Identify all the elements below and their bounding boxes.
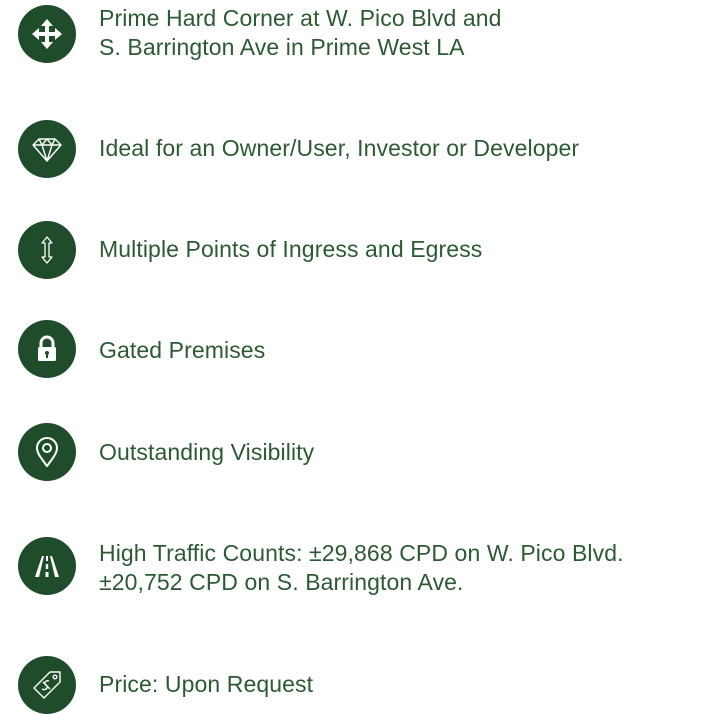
- feature-text: Gated Premises: [99, 336, 699, 365]
- feature-text: Outstanding Visibility: [99, 438, 699, 467]
- feature-line: Outstanding Visibility: [99, 439, 315, 465]
- feature-text: High Traffic Counts: ±29,868 CPD on W. P…: [99, 539, 699, 597]
- padlock-icon: [18, 320, 76, 378]
- feature-text: Prime Hard Corner at W. Pico Blvd and S.…: [99, 4, 699, 62]
- price-tag-icon: [18, 656, 76, 714]
- map-pin-icon: [18, 423, 76, 481]
- feature-text: Price: Upon Request: [99, 670, 699, 699]
- feature-line: Multiple Points of Ingress and Egress: [99, 236, 483, 262]
- up-down-arrow-icon: [18, 221, 76, 279]
- feature-text: Multiple Points of Ingress and Egress: [99, 235, 699, 264]
- feature-line: Ideal for an Owner/User, Investor or Dev…: [99, 135, 580, 161]
- feature-line: Prime Hard Corner at W. Pico Blvd and: [99, 5, 502, 31]
- diamond-icon: [18, 120, 76, 178]
- feature-line: Price: Upon Request: [99, 671, 314, 697]
- feature-line: High Traffic Counts: ±29,868 CPD on W. P…: [99, 540, 624, 566]
- move-arrows-icon: [18, 5, 76, 63]
- road-icon: [18, 537, 76, 595]
- feature-text: Ideal for an Owner/User, Investor or Dev…: [99, 134, 699, 163]
- feature-line: Gated Premises: [99, 337, 266, 363]
- feature-line: S. Barrington Ave in Prime West LA: [99, 34, 465, 60]
- feature-line: ±20,752 CPD on S. Barrington Ave.: [99, 569, 464, 595]
